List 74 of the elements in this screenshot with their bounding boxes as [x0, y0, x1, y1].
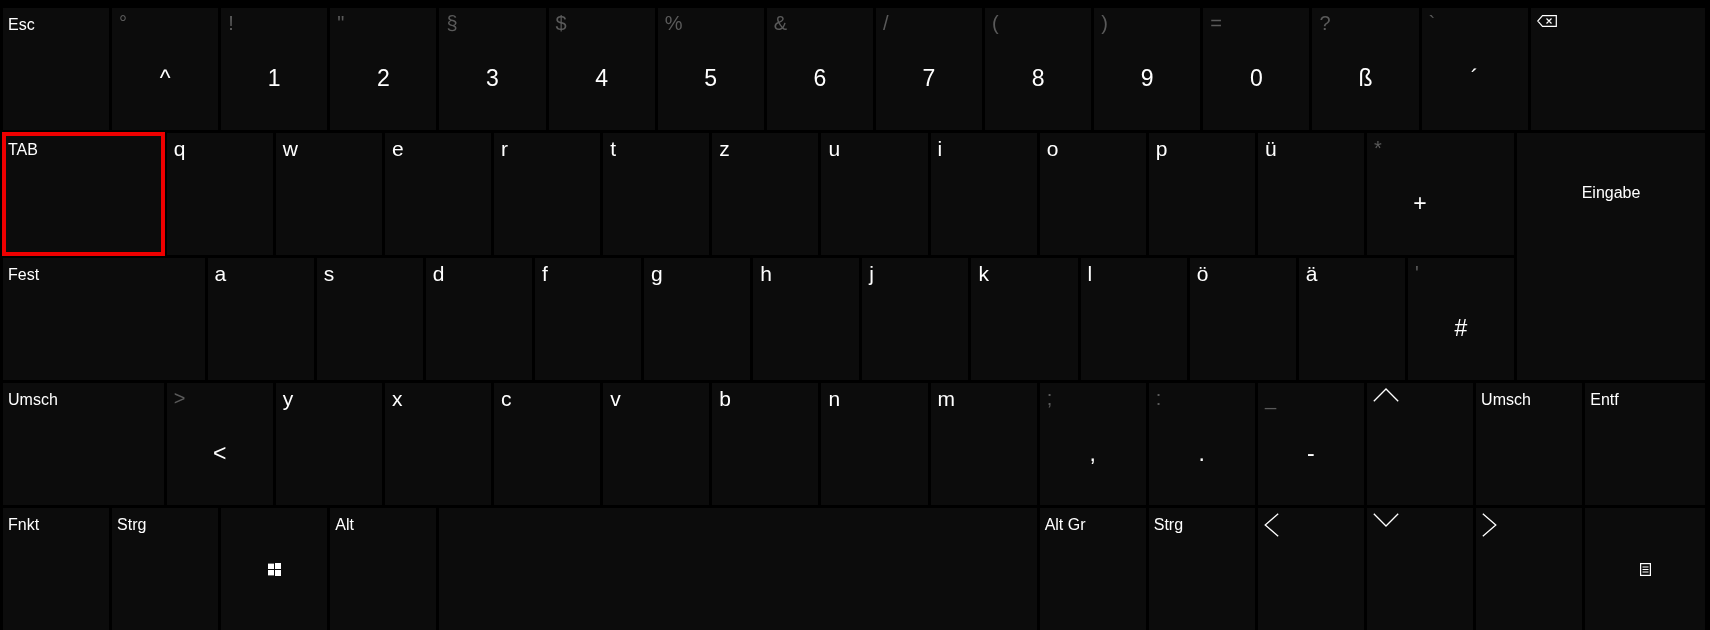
arrow-key[interactable] — [1367, 508, 1474, 630]
letter-key[interactable]: i — [930, 133, 1037, 255]
symbol-key[interactable]: ( 8 — [985, 8, 1092, 130]
letter-key[interactable]: d — [425, 258, 532, 380]
right-chevron-icon — [1482, 513, 1498, 537]
modifier-key[interactable]: Fest — [3, 258, 205, 380]
modifier-key[interactable]: Strg — [112, 508, 219, 630]
modifier-key[interactable]: Alt — [330, 508, 437, 630]
modifier-key[interactable]: Strg — [1148, 508, 1255, 630]
letter-key[interactable]: r — [494, 133, 601, 255]
symbol-key[interactable]: ' # — [1407, 258, 1515, 380]
backspace-key[interactable] — [1530, 8, 1705, 130]
letter-key[interactable]: j — [862, 258, 969, 380]
letter-key[interactable]: y — [275, 383, 382, 505]
letter-key[interactable]: l — [1080, 258, 1187, 380]
menu-icon — [1639, 562, 1651, 576]
arrow-key[interactable] — [1257, 508, 1364, 630]
letter-key[interactable]: c — [494, 383, 601, 505]
symbol-key[interactable]: ° ^ — [112, 8, 219, 130]
menu-key[interactable] — [1585, 508, 1705, 630]
symbol-key[interactable]: > < — [166, 383, 273, 505]
modifier-key[interactable]: Alt Gr — [1039, 508, 1146, 630]
up-chevron-icon — [1373, 388, 1399, 402]
letter-key[interactable]: t — [603, 133, 710, 255]
letter-key[interactable]: h — [753, 258, 860, 380]
symbol-key[interactable]: ; , — [1039, 383, 1146, 505]
modifier-key[interactable]: Fnkt — [3, 508, 110, 630]
letter-key[interactable]: v — [603, 383, 710, 505]
symbol-key[interactable]: § 3 — [439, 8, 546, 130]
left-chevron-icon — [1263, 513, 1279, 537]
symbol-key[interactable]: / 7 — [875, 8, 983, 130]
logo-key[interactable] — [221, 508, 328, 630]
letter-key[interactable]: m — [930, 383, 1037, 505]
letter-key[interactable]: u — [821, 133, 928, 255]
letter-key[interactable]: x — [384, 383, 492, 505]
letter-key[interactable]: k — [971, 258, 1078, 380]
symbol-key[interactable]: _ - — [1257, 383, 1364, 505]
modifier-key[interactable]: TAB — [3, 133, 164, 255]
letter-key[interactable]: b — [712, 383, 819, 505]
arrow-key[interactable] — [1367, 383, 1474, 505]
symbol-key[interactable]: & 6 — [766, 8, 873, 130]
letter-key[interactable]: o — [1039, 133, 1146, 255]
symbol-key[interactable]: ) 9 — [1094, 8, 1201, 130]
letter-key[interactable]: p — [1148, 133, 1255, 255]
letter-key[interactable]: e — [384, 133, 492, 255]
symbol-key[interactable]: ` ´ — [1421, 8, 1528, 130]
letter-key[interactable]: a — [207, 258, 314, 380]
letter-key[interactable]: ü — [1257, 133, 1364, 255]
backspace-icon — [1536, 15, 1557, 27]
modifier-key[interactable]: Esc — [3, 8, 110, 130]
letter-key[interactable]: f — [534, 258, 642, 380]
symbol-key[interactable]: ! 1 — [221, 8, 328, 130]
symbol-key[interactable]: " 2 — [330, 8, 437, 130]
symbol-key[interactable]: = 0 — [1203, 8, 1310, 130]
down-chevron-icon — [1373, 513, 1399, 527]
four-squares-icon — [267, 562, 281, 576]
letter-key[interactable]: w — [275, 133, 382, 255]
letter-key[interactable]: n — [821, 383, 928, 505]
modifier-key[interactable]: Umsch — [3, 383, 164, 505]
letter-key[interactable]: z — [712, 133, 819, 255]
letter-key[interactable]: ä — [1298, 258, 1405, 380]
symbol-key[interactable]: * + — [1367, 133, 1515, 255]
symbol-key[interactable]: : . — [1148, 383, 1255, 505]
symbol-key[interactable]: ? ß — [1312, 8, 1419, 130]
symbol-key[interactable]: $ 4 — [548, 8, 655, 130]
modifier-key[interactable]: Entf — [1585, 383, 1705, 505]
letter-key[interactable]: ö — [1189, 258, 1296, 380]
arrow-key[interactable] — [1476, 508, 1583, 630]
letter-key[interactable]: g — [644, 258, 751, 380]
modifier-key[interactable]: Umsch — [1476, 383, 1583, 505]
letter-key[interactable]: s — [316, 258, 423, 380]
letter-key[interactable]: q — [166, 133, 273, 255]
symbol-key[interactable]: % 5 — [657, 8, 764, 130]
enter-key[interactable]: Eingabe — [1517, 133, 1705, 380]
